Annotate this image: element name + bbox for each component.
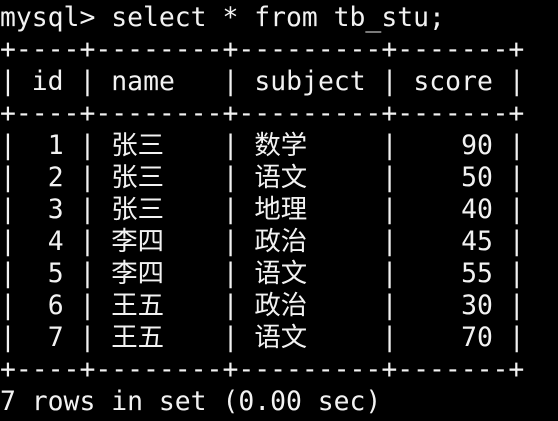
column-header-score: score bbox=[413, 66, 493, 97]
cell-score: 50 bbox=[461, 162, 493, 193]
column-separator: | bbox=[381, 258, 398, 289]
column-separator: | bbox=[0, 130, 16, 161]
cell-subject: 语文 bbox=[254, 322, 308, 353]
cell-score: 55 bbox=[461, 258, 493, 289]
cell-name: 张三 bbox=[111, 162, 165, 193]
column-separator: | bbox=[79, 290, 96, 321]
column-header-id: id bbox=[31, 66, 64, 97]
column-separator: | bbox=[508, 290, 525, 321]
column-separator: | bbox=[508, 66, 525, 97]
table-row: | | | | | 6 王五 政治 30 bbox=[0, 290, 558, 322]
column-separator: | bbox=[0, 162, 16, 193]
cell-id: 2 bbox=[47, 162, 64, 193]
cell-subject: 语文 bbox=[254, 258, 308, 289]
column-separator: | bbox=[508, 322, 525, 353]
cell-subject: 政治 bbox=[254, 290, 308, 321]
table-border-bottom: +----+--------+---------+-------+ bbox=[0, 354, 525, 385]
column-separator: | bbox=[381, 226, 398, 257]
column-separator: | bbox=[222, 226, 239, 257]
column-separator: | bbox=[508, 226, 525, 257]
column-separator: | bbox=[0, 290, 16, 321]
cell-name: 李四 bbox=[111, 226, 165, 257]
column-separator: | bbox=[222, 130, 239, 161]
cell-id: 4 bbox=[47, 226, 64, 257]
column-separator: | bbox=[222, 290, 239, 321]
cell-subject: 地理 bbox=[254, 194, 308, 225]
cell-id: 6 bbox=[47, 290, 64, 321]
column-separator: | bbox=[381, 290, 398, 321]
column-separator: | bbox=[79, 162, 96, 193]
column-separator: | bbox=[222, 66, 239, 97]
column-separator: | bbox=[508, 258, 525, 289]
table-body: | | | | | 1 张三 数学 90 | | | | | 2 张三 语文 50 | | | | | 3 张三 地理 40 | | | |… bbox=[0, 130, 558, 354]
column-separator: | bbox=[508, 194, 525, 225]
column-separator: | bbox=[0, 258, 16, 289]
terminal-window: mysql> select * from tb_stu; +----+-----… bbox=[0, 2, 558, 418]
command-line: mysql> select * from tb_stu; bbox=[0, 2, 445, 33]
table-row: | | | | | 2 张三 语文 50 bbox=[0, 162, 558, 194]
column-separator: | bbox=[0, 226, 16, 257]
result-summary: 7 rows in set (0.00 sec) bbox=[0, 386, 382, 417]
column-separator: | bbox=[0, 66, 16, 97]
cell-score: 40 bbox=[461, 194, 493, 225]
cell-name: 王五 bbox=[111, 290, 165, 321]
cell-id: 1 bbox=[47, 130, 64, 161]
column-separator: | bbox=[0, 322, 16, 353]
table-border-top: +----+--------+---------+-------+ bbox=[0, 34, 525, 65]
column-separator: | bbox=[79, 66, 96, 97]
cell-name: 张三 bbox=[111, 194, 165, 225]
cell-score: 70 bbox=[461, 322, 493, 353]
column-separator: | bbox=[381, 130, 398, 161]
cell-subject: 数学 bbox=[254, 130, 308, 161]
column-header-subject: subject bbox=[254, 66, 366, 97]
column-separator: | bbox=[381, 66, 398, 97]
table-row: | | | | | 7 王五 语文 70 bbox=[0, 322, 558, 354]
table-border-header: +----+--------+---------+-------+ bbox=[0, 98, 525, 129]
cell-id: 5 bbox=[47, 258, 64, 289]
table-row: | | | | | 5 李四 语文 55 bbox=[0, 258, 558, 290]
cell-score: 90 bbox=[461, 130, 493, 161]
column-separator: | bbox=[222, 162, 239, 193]
table-row: | | | | | 3 张三 地理 40 bbox=[0, 194, 558, 226]
cell-id: 7 bbox=[47, 322, 64, 353]
table-header: | | | | | id name subject score bbox=[0, 66, 558, 98]
table-row: | | | | | 1 张三 数学 90 bbox=[0, 130, 558, 162]
cell-id: 3 bbox=[47, 194, 64, 225]
column-separator: | bbox=[0, 194, 16, 225]
column-separator: | bbox=[508, 130, 525, 161]
cell-score: 30 bbox=[461, 290, 493, 321]
cell-name: 张三 bbox=[111, 130, 165, 161]
cell-score: 45 bbox=[461, 226, 493, 257]
cell-name: 王五 bbox=[111, 322, 165, 353]
column-separator: | bbox=[222, 322, 239, 353]
table-row: | | | | | 4 李四 政治 45 bbox=[0, 226, 558, 258]
column-separator: | bbox=[381, 322, 398, 353]
column-separator: | bbox=[79, 226, 96, 257]
column-separator: | bbox=[381, 194, 398, 225]
column-separator: | bbox=[79, 258, 96, 289]
column-separator: | bbox=[79, 194, 96, 225]
column-header-name: name bbox=[111, 66, 175, 97]
column-separator: | bbox=[79, 322, 96, 353]
column-separator: | bbox=[381, 162, 398, 193]
column-separator: | bbox=[222, 194, 239, 225]
cell-subject: 政治 bbox=[254, 226, 308, 257]
cell-subject: 语文 bbox=[254, 162, 308, 193]
column-separator: | bbox=[508, 162, 525, 193]
column-separator: | bbox=[79, 130, 96, 161]
cell-name: 李四 bbox=[111, 258, 165, 289]
column-separator: | bbox=[222, 258, 239, 289]
